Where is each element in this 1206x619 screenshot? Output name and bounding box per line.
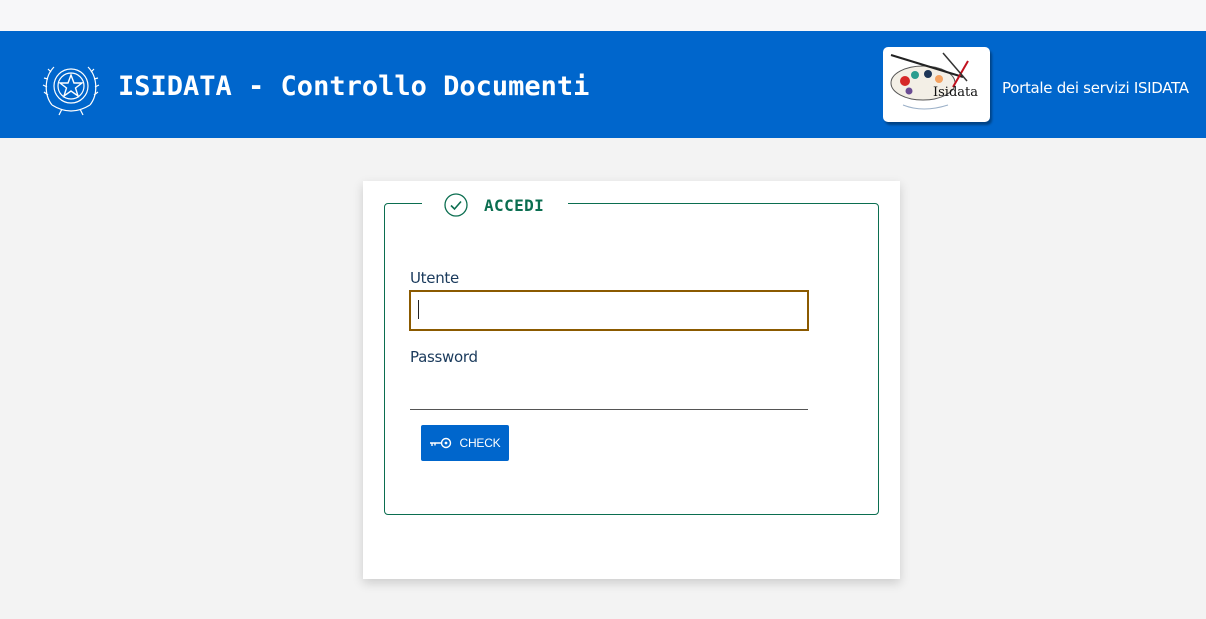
svg-text:Isidata: Isidata	[933, 85, 978, 100]
login-legend-text: ACCEDI	[484, 195, 545, 215]
password-input[interactable]	[410, 370, 808, 410]
login-card: ACCEDI Utente Password CHECK	[363, 181, 900, 579]
check-circle-icon	[444, 193, 468, 217]
portal-link[interactable]: Portale dei servizi ISIDATA	[1002, 78, 1189, 98]
check-button[interactable]: CHECK	[421, 425, 509, 461]
browser-top-strip	[0, 0, 1206, 31]
check-button-label: CHECK	[459, 436, 501, 450]
isidata-logo[interactable]: Isidata	[883, 47, 990, 122]
app-title: ISIDATA - Controllo Documenti	[118, 71, 590, 102]
password-label: Password	[410, 348, 478, 366]
italian-republic-emblem-icon	[42, 55, 100, 119]
header-bar: ISIDATA - Controllo Documenti Isidata Po…	[0, 31, 1206, 138]
user-label: Utente	[410, 269, 459, 287]
login-legend: ACCEDI	[422, 193, 569, 217]
key-icon	[429, 436, 453, 450]
text-caret	[418, 300, 419, 319]
login-fieldset: ACCEDI Utente Password CHECK	[384, 193, 879, 515]
user-input[interactable]	[409, 290, 809, 331]
